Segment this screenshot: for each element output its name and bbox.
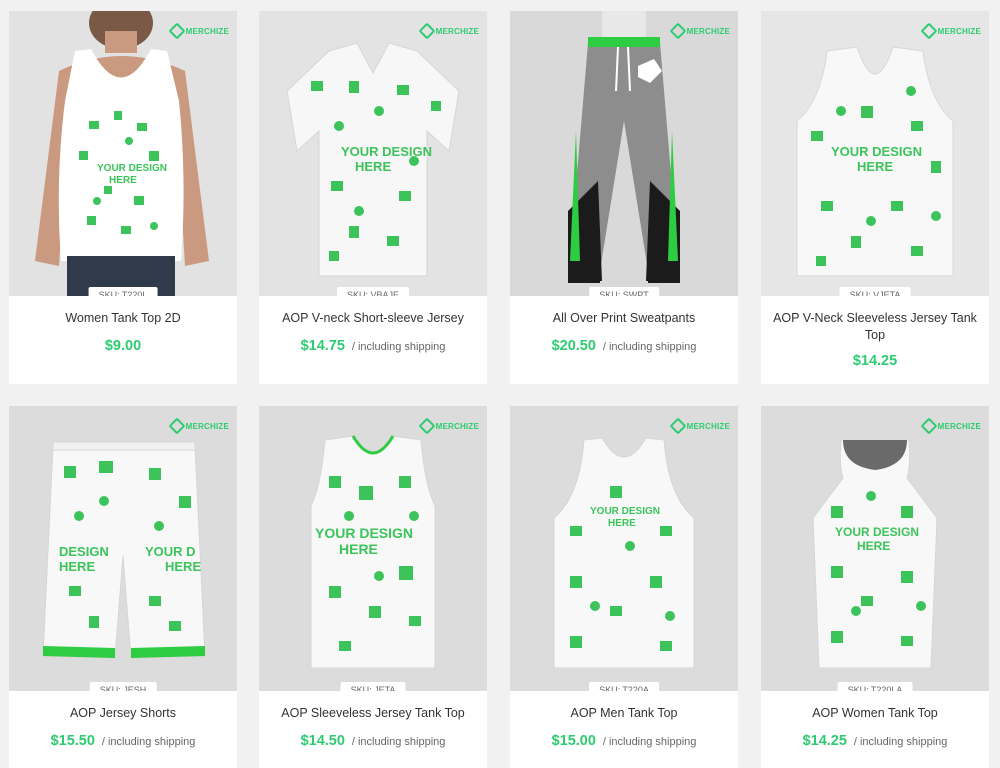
svg-text:HERE: HERE <box>59 559 95 574</box>
product-title[interactable]: All Over Print Sweatpants <box>518 310 730 327</box>
merchize-logo-icon <box>168 22 186 40</box>
men-tank-photo: YOUR DESIGN HERE <box>510 406 738 691</box>
svg-text:YOUR DESIGN: YOUR DESIGN <box>831 144 922 159</box>
price-row: $14.25 / including shipping <box>769 732 981 749</box>
svg-text:YOUR DESIGN: YOUR DESIGN <box>590 506 660 517</box>
product-card[interactable]: YOUR DESIGN HERE MERCHIZE SKU: VBAJE AOP… <box>259 11 487 384</box>
sku-badge: SKU: VBAJE <box>336 287 410 296</box>
jersey-tank-photo: YOUR DESIGN HERE <box>259 406 487 691</box>
svg-text:YOUR DESIGN: YOUR DESIGN <box>341 144 432 159</box>
price-row: $14.50 / including shipping <box>267 732 479 749</box>
product-price: $15.50 <box>50 733 95 749</box>
product-title[interactable]: Women Tank Top 2D <box>17 310 229 327</box>
svg-text:HERE: HERE <box>109 175 137 186</box>
product-title[interactable]: AOP Women Tank Top <box>769 705 981 722</box>
merchize-logo: MERCHIZE <box>418 417 479 435</box>
jersey-shorts-photo: DESIGN HERE YOUR D HERE <box>9 406 237 691</box>
shipping-note: / including shipping <box>602 736 697 748</box>
product-card[interactable]: YOUR DESIGN HERE MERCHIZE SKU: T220LA AO… <box>761 406 989 768</box>
shipping-note: / including shipping <box>101 736 196 748</box>
product-card[interactable]: YOUR DESIGN HERE MERCHIZE SKU: JETA AOP … <box>259 406 487 768</box>
price-row: $15.50 / including shipping <box>17 732 229 749</box>
merchize-logo-icon <box>168 417 186 435</box>
product-card[interactable]: DESIGN HERE YOUR D HERE MERCHIZE SKU: JE… <box>9 406 237 768</box>
merchize-logo: MERCHIZE <box>418 22 479 40</box>
shipping-note: / including shipping <box>351 341 446 353</box>
product-price: $9.00 <box>104 338 142 354</box>
product-price: $14.50 <box>300 733 345 749</box>
svg-text:YOUR D: YOUR D <box>145 544 196 559</box>
merchize-logo: MERCHIZE <box>920 417 981 435</box>
product-price: $14.75 <box>300 338 345 354</box>
product-card[interactable]: YOUR DESIGN HERE MERCHIZE SKU: VJETA AOP… <box>761 11 989 384</box>
sku-badge: SKU: JETA <box>340 682 406 691</box>
product-title[interactable]: AOP Sleeveless Jersey Tank Top <box>267 705 479 722</box>
product-grid: YOUR DESIGN HERE MERCHIZE SKU: T220L Wom… <box>0 0 1000 768</box>
product-title[interactable]: AOP Men Tank Top <box>518 705 730 722</box>
product-price: $20.50 <box>551 338 596 354</box>
product-image[interactable]: YOUR DESIGN HERE MERCHIZE SKU: VBAJE <box>259 11 487 296</box>
merchize-logo-icon <box>920 22 938 40</box>
vneck-jersey-photo: YOUR DESIGN HERE <box>259 11 487 296</box>
merchize-logo: MERCHIZE <box>669 22 730 40</box>
product-price: $14.25 <box>802 733 847 749</box>
product-image[interactable]: YOUR DESIGN HERE MERCHIZE SKU: JETA <box>259 406 487 691</box>
price-row: $15.00 / including shipping <box>518 732 730 749</box>
sku-badge: SKU: T220A <box>589 682 659 691</box>
price-row: $9.00 <box>17 337 229 354</box>
merchize-logo-icon <box>418 22 436 40</box>
shipping-note: / including shipping <box>351 736 446 748</box>
svg-text:HERE: HERE <box>165 559 201 574</box>
svg-text:HERE: HERE <box>608 518 636 529</box>
sku-badge: SKU: SWPT <box>589 287 659 296</box>
merchize-logo-icon <box>418 417 436 435</box>
sku-badge: SKU: JESH <box>89 682 157 691</box>
product-image[interactable]: YOUR DESIGN HERE MERCHIZE SKU: VJETA <box>761 11 989 296</box>
svg-text:YOUR DESIGN: YOUR DESIGN <box>315 525 413 541</box>
svg-text:HERE: HERE <box>339 541 378 557</box>
product-image[interactable]: MERCHIZE SKU: SWPT <box>510 11 738 296</box>
product-title[interactable]: AOP V-neck Short-sleeve Jersey <box>267 310 479 327</box>
product-card[interactable]: MERCHIZE SKU: SWPT All Over Print Sweatp… <box>510 11 738 384</box>
price-row: $14.25 <box>769 352 981 369</box>
sku-badge: SKU: VJETA <box>839 287 911 296</box>
product-image[interactable]: DESIGN HERE YOUR D HERE MERCHIZE SKU: JE… <box>9 406 237 691</box>
svg-text:DESIGN: DESIGN <box>59 544 109 559</box>
merchize-logo-icon <box>920 417 938 435</box>
merchize-logo-icon <box>669 22 687 40</box>
product-card[interactable]: YOUR DESIGN HERE MERCHIZE SKU: T220A AOP… <box>510 406 738 768</box>
merchize-logo: MERCHIZE <box>168 417 229 435</box>
price-row: $20.50 / including shipping <box>518 337 730 354</box>
sleeveless-jersey-photo: YOUR DESIGN HERE <box>761 11 989 296</box>
merchize-logo-icon <box>669 417 687 435</box>
product-image[interactable]: YOUR DESIGN HERE MERCHIZE SKU: T220A <box>510 406 738 691</box>
svg-text:YOUR DESIGN: YOUR DESIGN <box>835 525 919 539</box>
women-tank-photo: YOUR DESIGN HERE <box>761 406 989 691</box>
product-title[interactable]: AOP V-Neck Sleeveless Jersey Tank Top <box>769 310 981 344</box>
product-image[interactable]: YOUR DESIGN HERE MERCHIZE SKU: T220L <box>9 11 237 296</box>
svg-text:YOUR DESIGN: YOUR DESIGN <box>97 163 167 174</box>
merchize-logo: MERCHIZE <box>669 417 730 435</box>
product-price: $15.00 <box>551 733 596 749</box>
product-title[interactable]: AOP Jersey Shorts <box>17 705 229 722</box>
svg-text:HERE: HERE <box>355 159 391 174</box>
shipping-note: / including shipping <box>602 341 697 353</box>
sku-badge: SKU: T220L <box>88 287 158 296</box>
merchize-logo: MERCHIZE <box>920 22 981 40</box>
merchize-logo: MERCHIZE <box>168 22 229 40</box>
sweatpants-photo <box>510 11 738 296</box>
tank-top-model-photo: YOUR DESIGN HERE <box>9 11 237 296</box>
svg-text:HERE: HERE <box>857 539 890 553</box>
product-price: $14.25 <box>852 353 898 369</box>
price-row: $14.75 / including shipping <box>267 337 479 354</box>
product-card[interactable]: YOUR DESIGN HERE MERCHIZE SKU: T220L Wom… <box>9 11 237 384</box>
svg-text:HERE: HERE <box>857 159 893 174</box>
product-image[interactable]: YOUR DESIGN HERE MERCHIZE SKU: T220LA <box>761 406 989 691</box>
sku-badge: SKU: T220LA <box>837 682 913 691</box>
shipping-note: / including shipping <box>853 736 948 748</box>
